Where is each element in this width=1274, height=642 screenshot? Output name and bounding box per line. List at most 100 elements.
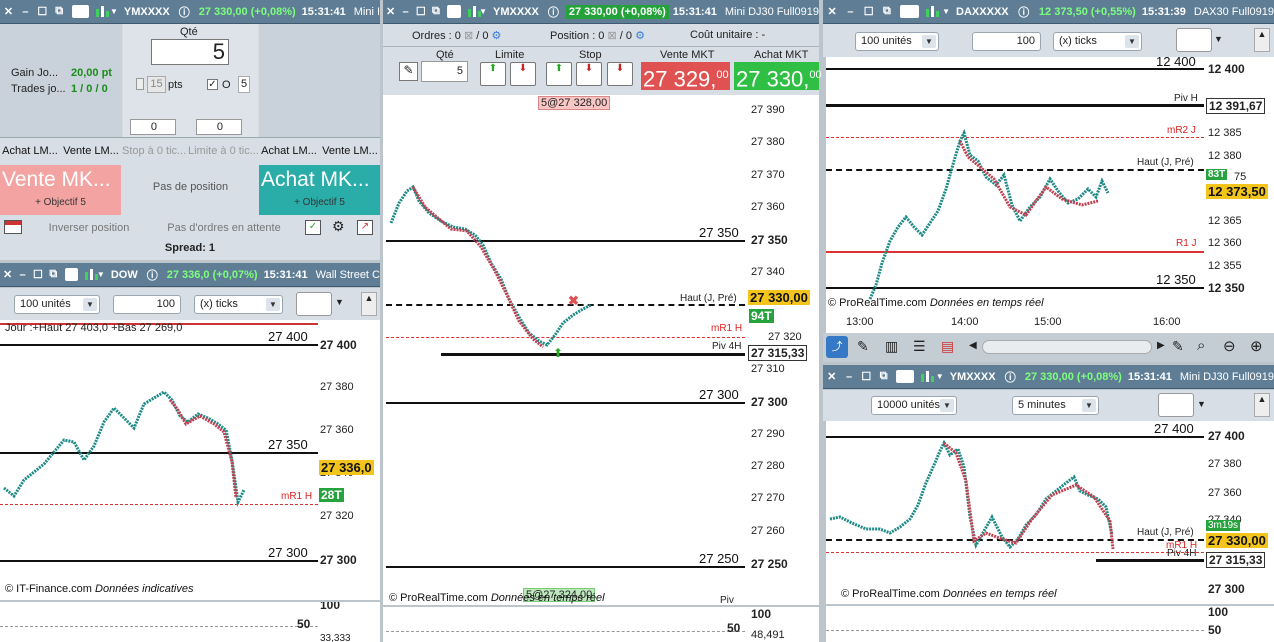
pts-input[interactable]: 15 [147, 76, 166, 93]
tab-sell-limit-2[interactable]: Vente LM... [320, 139, 380, 163]
limit-ticks-input[interactable]: 0 [196, 119, 242, 135]
interval-dropdown[interactable]: 5 minutes ▼ [1012, 396, 1099, 415]
sell-market-button[interactable]: 27 329,00 [641, 62, 730, 91]
units-dropdown[interactable]: 10000 unités ▼ [871, 396, 957, 415]
tab-limit-ticks[interactable]: Limite à 0 tic... [188, 139, 258, 163]
edit-chart-icon[interactable]: ✎ [1172, 338, 1184, 355]
horizontal-scrollbar[interactable] [982, 340, 1152, 354]
reverse-position-button[interactable]: Inverser position [32, 217, 146, 239]
qty-input[interactable]: 5 [421, 61, 468, 82]
restore-icon[interactable]: ⧉ [54, 5, 65, 18]
restore-icon[interactable]: ⧉ [49, 268, 58, 281]
scroll-up-icon[interactable]: ▲ [361, 292, 377, 316]
scroll-left-icon[interactable]: ◀ [969, 340, 977, 351]
minimize-icon[interactable]: – [18, 268, 27, 281]
stop-ticks-input[interactable]: 0 [130, 119, 176, 135]
restore-icon[interactable]: ⧉ [878, 370, 889, 383]
ticks-dropdown[interactable]: (x) ticks ▼ [1053, 32, 1142, 51]
tab-sell-limit[interactable]: Vente LM... [61, 139, 121, 163]
zoom-fit-icon[interactable]: ⌕ [1197, 337, 1205, 354]
pts-checkbox[interactable] [136, 78, 144, 90]
maximize-icon[interactable]: ☐ [863, 5, 875, 18]
tab-buy-limit-2[interactable]: Achat LM... [259, 139, 319, 163]
symbol-label[interactable]: DAXXXXX [956, 6, 1009, 18]
buy-market-button[interactable]: 27 330,00 [734, 62, 822, 91]
keyboard-icon[interactable] [900, 5, 920, 18]
zoom-in-icon[interactable]: ⊕ [1250, 337, 1263, 355]
keyboard-icon[interactable] [447, 5, 461, 18]
units-dropdown[interactable]: 100 unités ▼ [855, 32, 939, 51]
close-icon[interactable]: ✕ [826, 370, 837, 383]
close-icon[interactable]: ✕ [826, 5, 838, 18]
wrench-icon[interactable]: ✎ [399, 62, 418, 81]
info-icon[interactable]: ⓘ [1018, 5, 1030, 19]
info-icon[interactable]: ⓘ [548, 5, 559, 19]
keyboard-icon[interactable] [896, 370, 914, 383]
limit-buy-button[interactable]: ⬆ [480, 62, 506, 86]
info-icon[interactable]: ⓘ [179, 5, 190, 19]
export-icon[interactable]: ↗ [357, 220, 373, 235]
zoom-out-icon[interactable]: ⊖ [1223, 337, 1236, 355]
stop-buy-button[interactable]: ⬆ [546, 62, 572, 86]
osc-tick: 100 [1208, 606, 1229, 619]
axis-tick: 27 360 [320, 424, 354, 436]
minimize-icon[interactable]: – [401, 5, 410, 18]
list-icon[interactable]: ☰ [913, 338, 926, 355]
restore-icon[interactable]: ⧉ [432, 5, 441, 18]
units-dropdown[interactable]: 100 unités ▼ [14, 295, 100, 314]
scroll-right-icon[interactable]: ▶ [1157, 340, 1165, 351]
table-icon[interactable] [4, 220, 22, 234]
maximize-icon[interactable]: ☐ [33, 268, 43, 281]
minimize-icon[interactable]: – [844, 5, 856, 18]
tab-buy-limit[interactable]: Achat LM... [0, 139, 60, 163]
axis-tick: 27 380 [751, 136, 785, 148]
symbol-label[interactable]: YMXXXX [124, 6, 170, 18]
maximize-icon[interactable]: ☐ [37, 5, 48, 18]
ticks-input[interactable]: 100 [972, 32, 1041, 51]
window-c-titlebar: ✕ – ☐ ⧉ ▼ YMXXXX ⓘ 27 330,00 (+0,08%) 15… [383, 0, 819, 24]
close-icon[interactable]: ✕ [3, 5, 14, 18]
oco-input[interactable]: 5 [238, 76, 250, 93]
ticks-dropdown[interactable]: (x) ticks ▼ [194, 295, 283, 314]
pending-orders-button[interactable]: Pas d'ordres en attente [150, 217, 298, 239]
close-icon[interactable]: ✕ [3, 268, 12, 281]
buy-market-button[interactable]: Achat MK... + Objectif 5 [259, 165, 380, 215]
scroll-up-icon[interactable]: ▲ [1254, 28, 1270, 52]
keyboard-icon[interactable] [64, 268, 79, 281]
chart-check-icon[interactable]: ✓ [305, 220, 321, 235]
keyboard-icon[interactable] [71, 5, 89, 18]
time-tick: 16:00 [1153, 316, 1181, 328]
chart-type-icon[interactable] [1176, 28, 1212, 52]
share-icon[interactable]: ⤴ [826, 336, 848, 358]
maximize-icon[interactable]: ☐ [861, 370, 872, 383]
sell-market-button[interactable]: Vente MK... + Objectif 5 [0, 165, 121, 215]
chevron-down-icon[interactable]: ▼ [335, 297, 344, 307]
info-icon[interactable]: ⓘ [1005, 370, 1016, 384]
chart-type-icon[interactable] [1158, 393, 1194, 417]
chevron-down-icon[interactable]: ▼ [1197, 399, 1206, 409]
stop-sell-button[interactable]: ⬇ [607, 62, 633, 86]
maximize-icon[interactable]: ☐ [416, 5, 426, 18]
tools-icon[interactable]: ⚙ [332, 218, 345, 235]
layers-icon[interactable]: ▤ [941, 338, 954, 355]
stop-mid-button[interactable]: ⬇ [576, 62, 602, 86]
minimize-icon[interactable]: – [843, 370, 854, 383]
chart-type-icon[interactable] [296, 292, 332, 316]
limit-sell-button[interactable]: ⬇ [510, 62, 536, 86]
candles-tool-icon[interactable]: ▥ [885, 338, 898, 355]
close-icon[interactable]: ✕ [386, 5, 395, 18]
restore-icon[interactable]: ⧉ [881, 5, 893, 18]
qty-input[interactable]: 5 [151, 39, 229, 65]
symbol-label[interactable]: YMXXXX [950, 371, 996, 383]
scroll-up-icon[interactable]: ▲ [1254, 393, 1270, 417]
oco-checkbox[interactable]: ✓ [207, 79, 218, 90]
chevron-down-icon[interactable]: ▼ [1214, 34, 1223, 44]
minimize-icon[interactable]: – [20, 5, 31, 18]
symbol-label[interactable]: DOW [111, 269, 138, 281]
ticks-input[interactable]: 100 [113, 295, 181, 314]
tab-stop-ticks[interactable]: Stop à 0 tic... [122, 139, 186, 163]
axis-tick: 12 400 [1208, 62, 1245, 76]
info-icon[interactable]: ⓘ [147, 268, 158, 282]
drawing-tool-icon[interactable]: ✎ [857, 338, 869, 355]
symbol-label[interactable]: YMXXXX [493, 6, 539, 18]
